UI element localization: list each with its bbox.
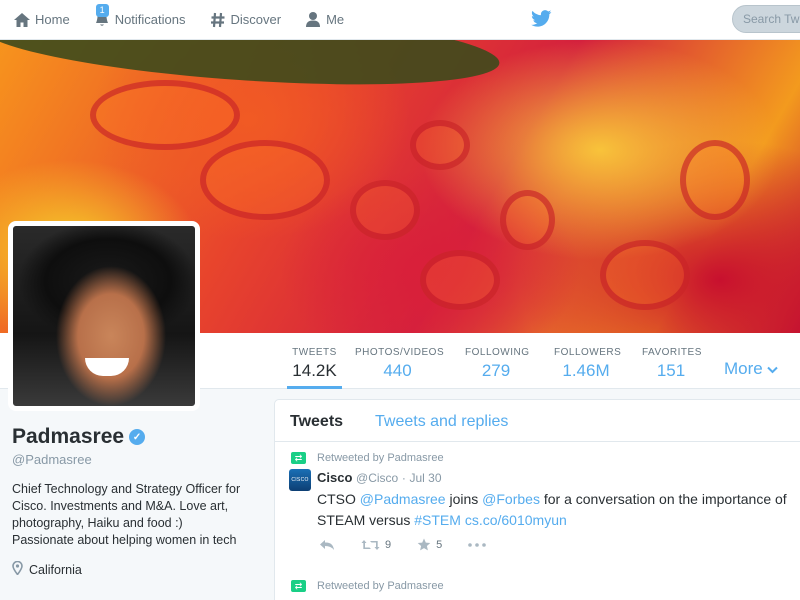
tweet-text: CTSO @Padmasree joins @Forbes for a conv…	[317, 489, 800, 531]
retweet-icon	[361, 539, 380, 550]
user-icon	[303, 10, 323, 30]
profile-name-row: Padmasree ✓	[12, 425, 257, 449]
tweet-text-part: CTSO	[317, 491, 360, 507]
reply-icon	[320, 539, 334, 550]
tweet-avatar-text: CISCO	[291, 477, 309, 483]
mention-link[interactable]: @Forbes	[482, 491, 540, 507]
stat-favorites-label: FAVORITES	[642, 347, 702, 358]
home-icon	[12, 10, 32, 30]
profile-card: Padmasree ✓ @Padmasree Chief Technology …	[12, 425, 257, 578]
retweet-context: ⇄ Retweeted by Padmasree	[291, 580, 444, 592]
avatar-smile-shape	[85, 358, 129, 376]
retweeted-by-text: Retweeted by Padmasree	[317, 452, 444, 464]
tweet-separator: ·	[401, 471, 406, 485]
header-petal	[90, 80, 240, 150]
stat-favorites-value: 151	[656, 361, 686, 380]
reply-button[interactable]	[319, 539, 335, 551]
tweet-author-name[interactable]: Cisco	[317, 470, 352, 485]
notifications-badge: 1	[95, 3, 109, 17]
nav-notifications[interactable]: 1 Notifications	[92, 0, 186, 40]
header-petal	[420, 250, 500, 310]
header-petal	[350, 180, 420, 240]
nav-me[interactable]: Me	[303, 0, 344, 40]
favorite-button[interactable]: 5	[417, 538, 442, 551]
header-leaf-shape	[0, 40, 502, 99]
profile-bio: Chief Technology and Strategy Officer fo…	[12, 482, 241, 547]
tab-tweets-and-replies[interactable]: Tweets and replies	[375, 413, 508, 431]
tweet-actions: 9 5	[319, 538, 512, 551]
twitter-bird-icon[interactable]	[531, 10, 552, 32]
stat-following-value: 279	[481, 361, 511, 380]
tweet-author-handle[interactable]: @Cisco	[356, 471, 398, 485]
retweet-context-icon: ⇄	[291, 580, 306, 592]
location-pin-icon	[12, 560, 23, 578]
tweet-text-part: joins	[445, 491, 483, 507]
nav-notifications-label: Notifications	[114, 12, 186, 27]
stat-photos-videos-value: 440	[383, 361, 412, 380]
favorite-count: 5	[436, 538, 443, 551]
stat-photos-videos-label: PHOTOS/VIDEOS	[355, 347, 445, 358]
mention-link[interactable]: @Padmasree	[360, 491, 446, 507]
hashtag-icon	[208, 10, 228, 30]
stat-photos-videos[interactable]: PHOTOS/VIDEOS 440	[355, 333, 445, 389]
nav-home[interactable]: Home	[12, 0, 70, 40]
profile-location-text: California	[29, 562, 82, 577]
stat-followers-label: FOLLOWERS	[554, 347, 622, 358]
tab-tweets[interactable]: Tweets	[290, 413, 343, 431]
url-link[interactable]: cs.co/6010myun	[465, 512, 567, 528]
stat-tweets-label: TWEETS	[292, 347, 337, 358]
stat-following[interactable]: FOLLOWING 279	[465, 333, 530, 389]
nav-discover-label: Discover	[230, 12, 282, 27]
profile-avatar[interactable]	[8, 221, 200, 411]
hashtag-link[interactable]: #STEM	[414, 512, 461, 528]
profile-location: California	[12, 560, 257, 578]
header-petal	[680, 140, 750, 220]
stat-favorites[interactable]: FAVORITES 151	[642, 333, 702, 389]
retweet-button[interactable]: 9	[361, 539, 391, 551]
tweet-header: Cisco @Cisco · Jul 30	[317, 470, 442, 485]
more-label: More	[724, 359, 763, 378]
more-dots-icon[interactable]	[468, 542, 487, 547]
tweet-author-avatar[interactable]: CISCO	[289, 469, 311, 491]
stat-followers[interactable]: FOLLOWERS 1.46M	[554, 333, 622, 389]
more-dropdown-button[interactable]: More	[724, 359, 779, 379]
nav-home-label: Home	[35, 12, 70, 27]
nav-me-label: Me	[326, 12, 345, 27]
header-petal	[600, 240, 690, 310]
verified-icon: ✓	[129, 429, 146, 445]
retweeted-by-text: Retweeted by Padmasree	[317, 580, 444, 592]
stat-tweets-value: 14.2K	[292, 361, 337, 380]
search-input[interactable]	[732, 5, 800, 33]
profile-name[interactable]: Padmasree	[12, 425, 124, 449]
retweet-count: 9	[385, 538, 392, 551]
bell-icon: 1	[92, 3, 112, 30]
retweet-context: ⇄ Retweeted by Padmasree	[291, 452, 444, 464]
favorite-icon	[417, 538, 431, 551]
chevron-down-icon	[767, 359, 779, 378]
header-petal	[200, 140, 330, 220]
tweet-date[interactable]: Jul 30	[409, 471, 441, 485]
header-petal	[500, 190, 555, 250]
retweet-context-icon: ⇄	[291, 452, 306, 464]
stat-followers-value: 1.46M	[562, 361, 610, 380]
top-nav: Home 1 Notifications Discover Me	[0, 0, 800, 40]
stat-tweets[interactable]: TWEETS 14.2K	[287, 333, 342, 389]
profile-handle[interactable]: @Padmasree	[12, 452, 257, 467]
stat-following-label: FOLLOWING	[465, 347, 530, 358]
header-petal	[410, 120, 470, 170]
timeline: Tweets Tweets and replies ⇄ Retweeted by…	[274, 399, 800, 600]
timeline-tabs: Tweets Tweets and replies	[275, 400, 800, 442]
nav-discover[interactable]: Discover	[208, 0, 282, 40]
